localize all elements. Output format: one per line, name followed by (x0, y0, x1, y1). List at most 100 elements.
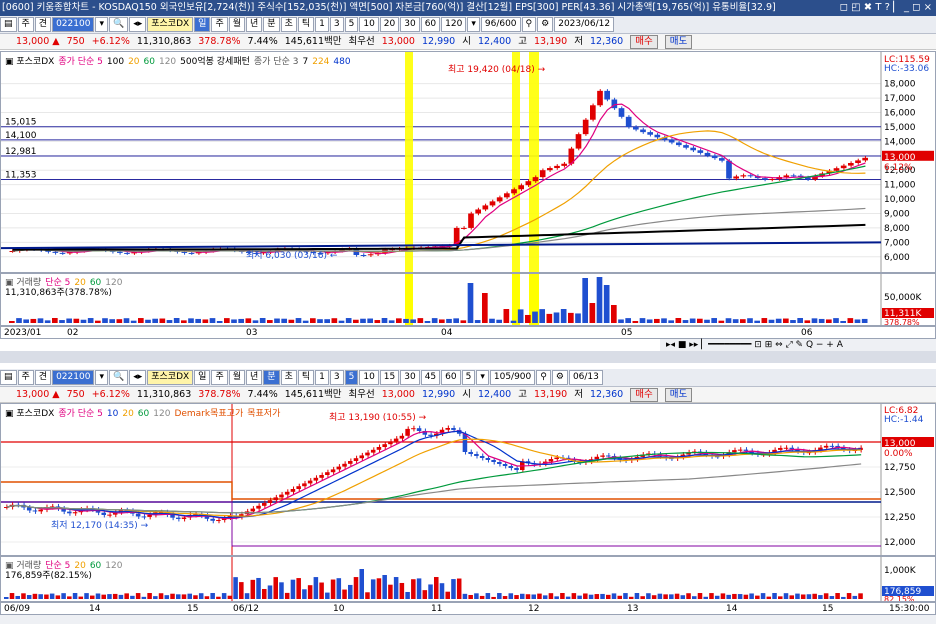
stock-dropdown-icon[interactable]: ▾ (95, 17, 108, 32)
period-tab-1[interactable]: 주 (211, 17, 228, 32)
candle[interactable] (597, 90, 603, 106)
candle[interactable] (783, 175, 790, 178)
candle[interactable] (485, 458, 491, 460)
top-price-chart[interactable]: 18,00017,00016,00015,00014,00013,00012,0… (1, 52, 935, 272)
candle[interactable] (582, 119, 589, 135)
count-dropdown-icon[interactable]: ▾ (467, 17, 480, 32)
candle[interactable] (107, 514, 112, 516)
candle[interactable] (654, 134, 661, 138)
candle[interactable] (683, 145, 689, 148)
minute-tab-1[interactable]: 1 (315, 17, 329, 32)
candle[interactable] (743, 449, 749, 451)
candle[interactable] (181, 517, 187, 519)
candle[interactable] (313, 477, 319, 481)
candle[interactable] (325, 472, 330, 475)
period-tab-4[interactable]: 분 (263, 17, 280, 32)
search-icon[interactable]: 🔍 (108, 370, 129, 385)
candle[interactable] (554, 165, 560, 169)
period-tab-5[interactable]: 초 (280, 17, 297, 32)
settings-icon[interactable]: ⚙ (537, 17, 554, 32)
top-scroll-controls[interactable]: ▸◂ ■ ▸▸ ▏━━━━━━━━ ⊡ ⊞ ⇔ ⤢ ✎ Q − + A (660, 339, 936, 351)
candle[interactable] (124, 252, 130, 254)
minute-tab-120[interactable]: 120 (441, 17, 467, 32)
candle[interactable] (59, 252, 66, 254)
candle[interactable] (342, 463, 347, 467)
candle[interactable] (216, 520, 221, 522)
candle[interactable] (862, 157, 868, 161)
candle[interactable] (668, 139, 675, 143)
candle[interactable] (504, 193, 510, 198)
period-tab-0[interactable]: 일 (194, 17, 211, 32)
tool-icon[interactable]: ⚲ (536, 370, 551, 385)
candle[interactable] (833, 168, 840, 171)
candle[interactable] (388, 441, 393, 445)
candle[interactable] (790, 175, 797, 177)
period-tab-1[interactable]: 주 (211, 370, 228, 385)
view-select-button[interactable]: 견 (34, 370, 52, 385)
minute-tab-5[interactable]: 5 (344, 17, 359, 32)
candle[interactable] (647, 132, 653, 135)
minute-tab-3[interactable]: 3 (329, 370, 344, 385)
candle[interactable] (575, 134, 582, 149)
candle[interactable] (508, 466, 514, 468)
candle[interactable] (769, 179, 775, 181)
period-tab-3[interactable]: 년 (246, 370, 263, 385)
candle[interactable] (497, 462, 502, 464)
candle[interactable] (547, 168, 553, 171)
minute-tab-10[interactable]: 10 (359, 17, 379, 32)
top-volume-panel[interactable]: 50,000K 11,311K 378.78% ▣ 거래량 단순 5 20 60 120 1… (0, 273, 936, 326)
candle[interactable] (296, 486, 301, 489)
period-tab-6[interactable]: 틱 (297, 370, 315, 385)
bottom-volume-panel[interactable]: 1,000K 176,859 82.15% ▣ 거래량 단순 5 20 60 120 176… (0, 556, 936, 602)
candle[interactable] (625, 116, 632, 127)
bottom-scrollbar[interactable] (0, 615, 936, 624)
window-controls[interactable]: ◻ ◰ ✖ T ? ▏ _ ◻ × (840, 0, 932, 16)
candle[interactable] (719, 158, 725, 161)
candle[interactable] (67, 511, 72, 514)
candle[interactable] (532, 177, 539, 182)
candle[interactable] (491, 460, 496, 462)
candle[interactable] (445, 428, 450, 430)
candle[interactable] (468, 452, 473, 454)
candle[interactable] (32, 510, 38, 512)
stock-code-input[interactable]: 022100 (52, 17, 95, 32)
candle[interactable] (181, 251, 188, 253)
settings-icon[interactable]: ⚙ (551, 370, 568, 385)
candle[interactable] (676, 142, 682, 146)
candle[interactable] (360, 255, 367, 257)
candle[interactable] (829, 445, 835, 447)
minute-tab-45[interactable]: 45 (420, 370, 441, 385)
period-tab-6[interactable]: 틱 (297, 17, 315, 32)
count-field[interactable]: 105/900 (489, 370, 536, 385)
candle[interactable] (267, 500, 273, 503)
candle[interactable] (482, 205, 489, 210)
candle[interactable] (778, 447, 783, 450)
prev-next-icon[interactable]: ◂▸ (129, 370, 147, 385)
candle[interactable] (72, 512, 78, 514)
stock-dropdown-icon[interactable]: ▾ (95, 370, 108, 385)
candle[interactable] (382, 444, 387, 447)
bottom-price-chart[interactable]: 12,750 12,500 12,250 12,000 최고 13,190 (10:55… (1, 404, 935, 555)
prev-next-icon[interactable]: ◂▸ (129, 17, 147, 32)
layout-icon[interactable]: ▤ (0, 370, 17, 385)
candle[interactable] (496, 197, 503, 202)
candle[interactable] (502, 464, 508, 466)
candle[interactable] (262, 503, 267, 506)
period-tab-0[interactable]: 일 (194, 370, 211, 385)
period-tab-5[interactable]: 초 (280, 370, 297, 385)
candle[interactable] (633, 126, 639, 130)
candle[interactable] (733, 176, 739, 179)
candle[interactable] (405, 428, 410, 436)
candle[interactable] (290, 489, 296, 492)
stock-name-field[interactable]: 포스코DX (147, 17, 194, 32)
period-tab-3[interactable]: 년 (246, 17, 263, 32)
sell-button[interactable]: 매도 (664, 35, 693, 49)
candle[interactable] (370, 449, 376, 453)
candle[interactable] (690, 147, 696, 151)
candle[interactable] (740, 175, 747, 177)
candle[interactable] (606, 455, 611, 457)
candle[interactable] (284, 491, 290, 495)
candle[interactable] (147, 514, 152, 517)
stock-name-field[interactable]: 포스코DX (147, 370, 194, 385)
minute-tab-20[interactable]: 20 (379, 17, 400, 32)
